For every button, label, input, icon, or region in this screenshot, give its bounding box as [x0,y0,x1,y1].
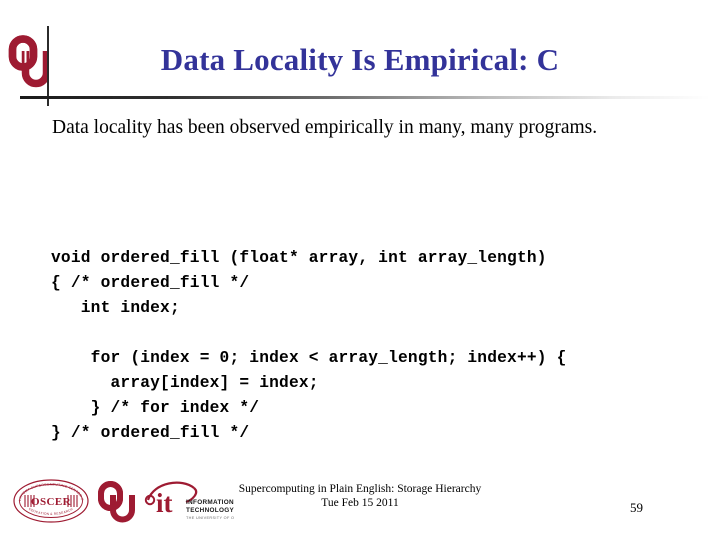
page-title: Data Locality Is Empirical: C [160,42,560,77]
slide-body: Data locality has been observed empirica… [0,108,720,468]
header-horizontal-rule [20,96,710,99]
footer-caption: Supercomputing in Plain English: Storage… [160,482,560,510]
code-block-function-header: void ordered_fill (float* array, int arr… [51,249,547,318]
slide-header: Data Locality Is Empirical: C [0,0,720,108]
footer-line-2: Tue Feb 15 2011 [321,497,399,509]
oscer-logo-icon: OKLAHOMA SUPERCOMPUTING CENTER FOR EDUCA… [11,475,90,524]
code-block-for-loop: for (index = 0; index < array_length; in… [51,349,567,443]
header-vertical-rule [47,26,49,106]
svg-text:OSCER: OSCER [31,496,72,508]
bullet-paragraph: Data locality has been observed empirica… [52,115,678,141]
slide-footer: OKLAHOMA SUPERCOMPUTING CENTER FOR EDUCA… [0,468,720,540]
ou-logo-footer-icon [96,478,136,524]
svg-text:THE UNIVERSITY OF OKLAHOMA: THE UNIVERSITY OF OKLAHOMA [186,516,234,520]
footer-line-1: Supercomputing in Plain English: Storage… [238,483,482,495]
slide-canvas: Data Locality Is Empirical: C Data local… [0,0,720,540]
ou-logo-icon [7,31,51,93]
bullet-line-2: programs. [518,117,598,138]
bullet-line-1: Data locality has been observed empirica… [52,117,514,138]
page-number: 59 [630,500,643,515]
